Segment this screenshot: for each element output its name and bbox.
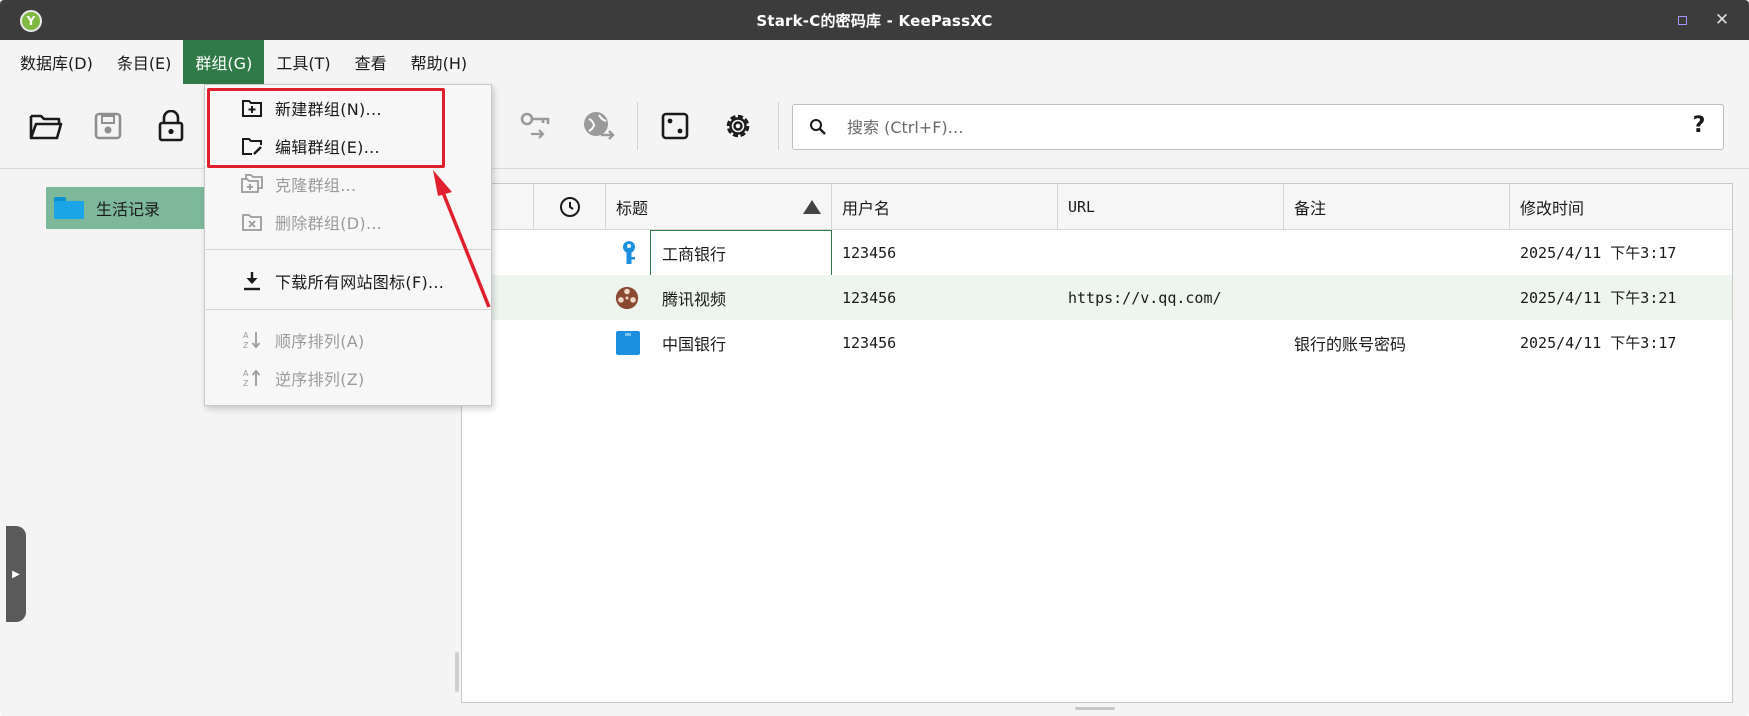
menu-item-clone-group[interactable]: 克隆群组... — [205, 165, 491, 203]
settings-gear-icon — [726, 114, 750, 138]
entry-modified: 2025/4/11 下午3:17 — [1520, 334, 1677, 352]
film-reel-icon — [615, 286, 639, 310]
table-row[interactable]: 工商银行 123456 2025/4/11 下午3:17 — [462, 230, 1732, 276]
menu-item-label: 下载所有网站图标(F)... — [275, 273, 445, 292]
delete-group-icon — [242, 214, 262, 231]
close-button[interactable]: ✕ — [1711, 9, 1733, 31]
search-icon — [810, 119, 826, 135]
folder-icon — [54, 197, 84, 219]
dice-icon — [661, 112, 689, 140]
menu-database[interactable]: 数据库(D) — [8, 40, 105, 84]
menu-view[interactable]: 查看 — [343, 40, 399, 84]
search-help-button[interactable]: ? — [1687, 113, 1711, 141]
open-url-button[interactable] — [580, 108, 616, 144]
maximize-button[interactable] — [1671, 9, 1693, 31]
menu-item-label: 删除群组(D)… — [275, 214, 383, 233]
sort-arrow-icon — [803, 200, 821, 214]
lock-database-button[interactable] — [153, 108, 189, 144]
settings-button[interactable] — [720, 108, 756, 144]
keys-icon — [520, 112, 550, 139]
entry-notes — [1284, 230, 1510, 275]
entry-username: 123456 — [842, 243, 897, 262]
sort-ascending-icon: A Z — [243, 331, 261, 350]
open-database-icon — [29, 114, 63, 140]
column-header-expires[interactable] — [534, 184, 606, 230]
menu-separator — [206, 309, 492, 310]
lock-database-icon — [158, 110, 184, 142]
menu-item-download-favicons[interactable]: 下载所有网站图标(F)... — [205, 262, 491, 300]
entry-title: 腾讯视频 — [662, 289, 727, 309]
menu-item-delete-group[interactable]: 删除群组(D)… — [205, 203, 491, 241]
entry-url[interactable]: https://v.qq.com/ — [1058, 275, 1284, 320]
column-header-url[interactable]: URL — [1058, 184, 1284, 230]
password-generator-button[interactable] — [657, 108, 693, 144]
copy-password-button[interactable] — [518, 108, 554, 144]
save-database-button[interactable] — [90, 108, 126, 144]
clone-group-icon — [241, 174, 263, 193]
entry-modified: 2025/4/11 下午3:17 — [1520, 244, 1677, 262]
column-header-modified[interactable]: 修改时间 — [1510, 184, 1734, 230]
menu-item-sort-ascending[interactable]: A Z 顺序排列(A) — [205, 321, 491, 359]
column-header-username[interactable]: 用户名 — [832, 184, 1058, 230]
title-bar: Y Stark-C的密码库 - KeePassXC ✕ — [0, 0, 1749, 40]
entries-table: 标题 用户名 URL 备注 修改时间 工商银行 123456 2025/4/11… — [461, 183, 1733, 703]
annotation-highlight-box — [207, 88, 445, 168]
keepassxc-window: Y Stark-C的密码库 - KeePassXC ✕ 数据库(D) 条目(E)… — [0, 0, 1749, 716]
toolbar-separator — [778, 102, 779, 150]
group-label: 生活记录 — [96, 200, 161, 219]
entry-url[interactable] — [1058, 320, 1284, 365]
toolbar-separator — [637, 102, 638, 150]
menu-tools[interactable]: 工具(T) — [264, 40, 342, 84]
sort-descending-icon: A Z — [243, 369, 261, 388]
column-header-title[interactable]: 标题 — [606, 184, 832, 230]
download-icon — [244, 272, 260, 291]
menu-bar: 数据库(D) 条目(E) 群组(G) 工具(T) 查看 帮助(H) — [0, 40, 1749, 84]
table-header: 标题 用户名 URL 备注 修改时间 — [462, 184, 1732, 230]
table-row[interactable]: 中国银行 123456 银行的账号密码 2025/4/11 下午3:17 — [462, 320, 1732, 365]
svg-text:A: A — [243, 369, 249, 378]
blue-square-icon — [616, 331, 640, 355]
entry-url[interactable] — [1058, 230, 1284, 275]
table-row[interactable]: 腾讯视频 123456 https://v.qq.com/ 2025/4/11 … — [462, 275, 1732, 320]
menu-item-sort-descending[interactable]: A Z 逆序排列(Z) — [205, 359, 491, 397]
group-tree-item[interactable]: 生活记录 — [46, 187, 216, 229]
search-input[interactable] — [847, 113, 1627, 141]
entry-title: 中国银行 — [662, 334, 727, 354]
keepassxc-logo-icon: Y — [20, 10, 42, 32]
collapse-panel-handle[interactable]: ▶ — [6, 526, 26, 622]
entry-notes: 银行的账号密码 — [1294, 334, 1407, 354]
entry-username: 123456 — [842, 288, 897, 307]
save-database-icon — [94, 112, 122, 140]
entry-modified: 2025/4/11 下午3:21 — [1520, 289, 1677, 307]
menu-entries[interactable]: 条目(E) — [105, 40, 184, 84]
column-title-label: 标题 — [616, 199, 649, 218]
menu-item-label: 克隆群组... — [275, 176, 357, 195]
menu-item-label: 逆序排列(Z) — [275, 370, 365, 389]
column-header-notes[interactable]: 备注 — [1284, 184, 1510, 230]
splitter-handle[interactable] — [1075, 707, 1115, 710]
window-title: Stark-C的密码库 - KeePassXC — [756, 11, 993, 30]
menu-help[interactable]: 帮助(H) — [399, 40, 480, 84]
svg-text:Z: Z — [243, 341, 249, 350]
open-database-button[interactable] — [28, 108, 64, 144]
menu-groups[interactable]: 群组(G) — [183, 40, 265, 84]
splitter-handle[interactable] — [455, 652, 459, 692]
svg-text:A: A — [243, 331, 249, 340]
svg-text:Z: Z — [243, 379, 249, 388]
maximize-icon — [1677, 15, 1687, 25]
search-field[interactable]: ? — [792, 104, 1724, 150]
globe-icon — [584, 112, 615, 140]
key-icon — [623, 241, 635, 264]
menu-separator — [206, 249, 492, 250]
entry-notes — [1284, 275, 1510, 320]
entry-title: 工商银行 — [662, 244, 727, 264]
clock-icon — [559, 197, 580, 217]
menu-item-label: 顺序排列(A) — [275, 332, 365, 351]
entry-username: 123456 — [842, 333, 897, 352]
